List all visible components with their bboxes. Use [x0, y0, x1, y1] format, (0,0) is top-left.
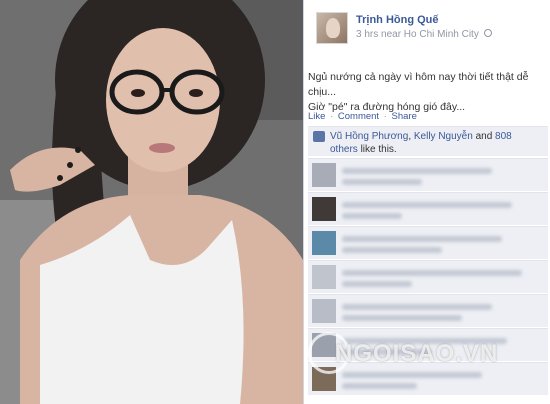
comment-item	[308, 260, 548, 293]
blurred-comment-text	[342, 270, 522, 276]
post-actions: Like · Comment · Share	[308, 111, 417, 122]
blurred-comment-text	[342, 168, 492, 174]
likes-suffix: like this.	[357, 144, 397, 155]
comment-link[interactable]: Comment	[338, 111, 379, 122]
blurred-comment-text	[342, 202, 512, 208]
like-link[interactable]: Like	[308, 111, 325, 122]
comment-item	[308, 294, 548, 327]
blurred-comment-text	[342, 315, 462, 321]
comment-item	[308, 158, 548, 191]
liker-name-2[interactable]: Kelly Nguyễn	[414, 131, 473, 142]
post-photo[interactable]	[0, 0, 303, 404]
comment-item	[308, 226, 548, 259]
blurred-comment-text	[342, 179, 422, 185]
globe-icon	[483, 29, 492, 38]
likes-connector: and	[472, 131, 496, 142]
thumbs-up-icon	[313, 131, 325, 142]
commenter-avatar[interactable]	[312, 163, 336, 187]
blurred-comment-text	[342, 372, 482, 378]
liker-name-1[interactable]: Vũ Hồng Phương	[330, 131, 408, 142]
author-avatar[interactable]	[316, 12, 348, 44]
selfie-image	[0, 0, 303, 404]
commenter-avatar[interactable]	[312, 197, 336, 221]
commenter-avatar[interactable]	[312, 231, 336, 255]
author-name-link[interactable]: Trịnh Hồng Quế	[356, 14, 439, 26]
share-link[interactable]: Share	[392, 111, 417, 122]
post-meta: 3 hrs near Ho Chi Minh City	[356, 29, 492, 40]
blurred-comment-text	[342, 236, 502, 242]
action-separator: ·	[383, 111, 387, 122]
blurred-comment-text	[342, 304, 492, 310]
watermark-text: NGOISAO.VN	[335, 340, 499, 367]
post-message: Ngủ nướng cả ngày vì hôm nay thời tiết t…	[308, 70, 548, 115]
comment-item	[308, 192, 548, 225]
action-separator: ·	[330, 111, 334, 122]
post-header: Trịnh Hồng Quế 3 hrs near Ho Chi Minh Ci…	[316, 12, 548, 52]
blurred-comment-text	[342, 213, 402, 219]
blurred-comment-text	[342, 281, 412, 287]
likes-summary: Vũ Hồng Phương, Kelly Nguyễn and 808 oth…	[308, 126, 548, 156]
post-text-line-1: Ngủ nướng cả ngày vì hôm nay thời tiết t…	[308, 71, 529, 98]
post-timestamp-location[interactable]: 3 hrs near Ho Chi Minh City	[356, 29, 479, 40]
commenter-avatar[interactable]	[312, 265, 336, 289]
blurred-comment-text	[342, 383, 417, 389]
blurred-comment-text	[342, 247, 442, 253]
commenter-avatar[interactable]	[312, 299, 336, 323]
